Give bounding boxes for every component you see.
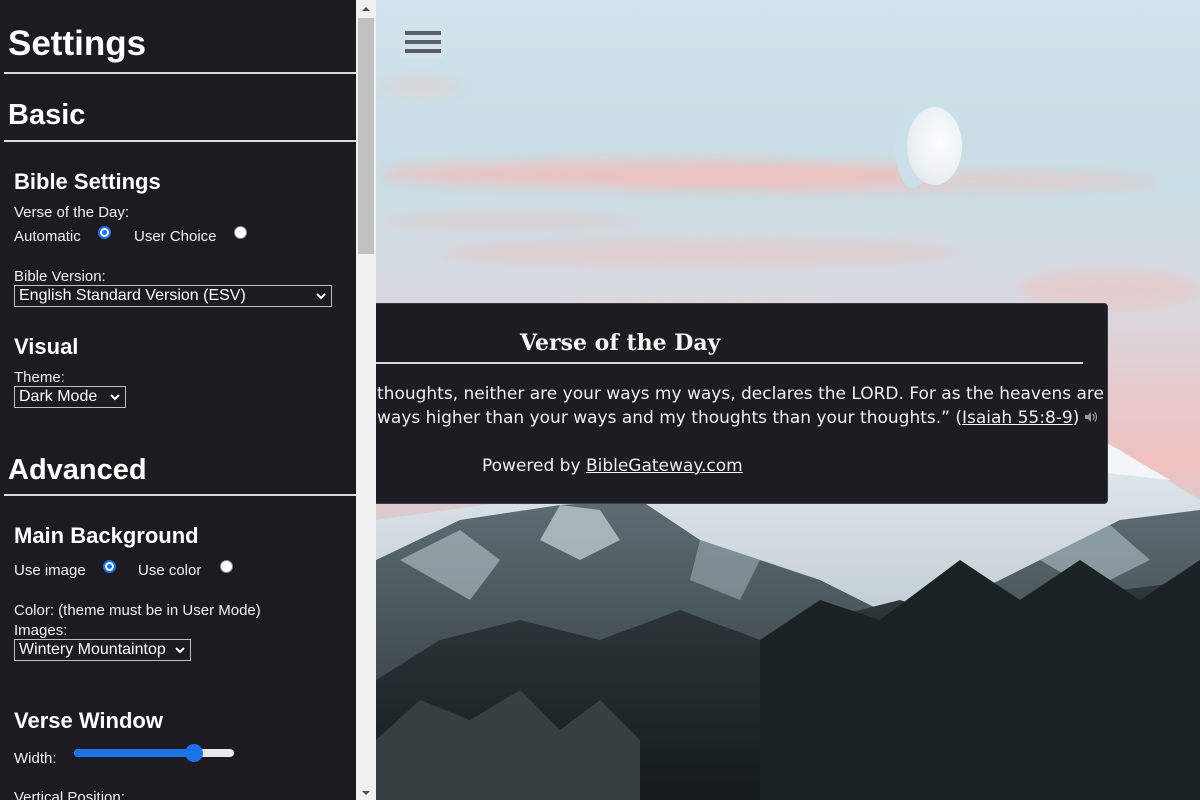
basic-divider: [4, 140, 356, 142]
chevron-down-icon: [316, 293, 326, 300]
width-slider-thumb[interactable]: [184, 744, 203, 762]
advanced-heading: Advanced: [8, 454, 147, 486]
verse-of-the-day-card: Verse of the Day thoughts, neither are y…: [300, 303, 1108, 504]
chevron-down-icon: [110, 394, 120, 401]
use-image-radio[interactable]: [103, 560, 116, 573]
width-slider[interactable]: [74, 744, 234, 762]
powered-by: Powered by BibleGateway.com: [482, 456, 743, 476]
visual-heading: Visual: [14, 334, 79, 359]
chevron-down-icon: [174, 644, 186, 656]
advanced-divider: [4, 494, 356, 496]
scroll-up-arrow-icon[interactable]: [360, 4, 372, 14]
verse-line-2-text: ways higher than your ways and my though…: [377, 408, 962, 428]
biblegateway-link[interactable]: BibleGateway.com: [586, 456, 743, 476]
powered-by-text: Powered by: [482, 456, 586, 476]
verse-line-1: thoughts, neither are your ways my ways,…: [377, 384, 1108, 404]
basic-heading: Basic: [8, 99, 86, 131]
sidebar-scrollbar[interactable]: [356, 0, 376, 800]
hamburger-menu-icon[interactable]: [401, 24, 444, 59]
verse-text: thoughts, neither are your ways my ways,…: [377, 382, 1108, 430]
vertical-position-label: Vertical Position:: [14, 789, 125, 800]
verse-window-heading: Verse Window: [14, 708, 163, 733]
theme-select[interactable]: Dark Mode: [14, 386, 126, 408]
settings-title: Settings: [8, 24, 147, 63]
scroll-down-arrow-icon[interactable]: [360, 788, 372, 798]
bible-version-value: English Standard Version (ESV): [19, 287, 246, 304]
images-label: Images:: [14, 622, 68, 639]
verse-line-2: ways higher than your ways and my though…: [377, 406, 1099, 430]
theme-value: Dark Mode: [19, 388, 98, 405]
scrollbar-thumb[interactable]: [358, 18, 374, 254]
bible-version-select[interactable]: English Standard Version (ESV): [14, 285, 332, 307]
width-slider-fill: [74, 749, 194, 757]
bible-version-label: Bible Version:: [14, 268, 106, 285]
color-label: Color: (theme must be in User Mode): [14, 602, 261, 619]
main-background-heading: Main Background: [14, 523, 199, 548]
images-value: Wintery Mountaintop: [19, 641, 166, 658]
speaker-icon[interactable]: [1083, 410, 1099, 424]
verse-card-title: Verse of the Day: [520, 330, 721, 356]
verse-reference-link[interactable]: Isaiah 55:8-9: [962, 408, 1073, 428]
user-choice-label: User Choice: [134, 228, 217, 245]
verse-of-day-label: Verse of the Day:: [14, 204, 130, 221]
verse-line-2-suffix: ): [1072, 408, 1080, 428]
width-label: Width:: [14, 750, 57, 767]
settings-divider: [4, 72, 356, 74]
settings-sidebar: Settings Basic Bible Settings Verse of t…: [0, 0, 376, 800]
bible-settings-heading: Bible Settings: [14, 169, 161, 194]
use-image-label: Use image: [14, 562, 86, 579]
verse-card-divider: [361, 362, 1083, 364]
use-color-label: Use color: [138, 562, 202, 579]
theme-label: Theme:: [14, 369, 65, 386]
automatic-radio[interactable]: [98, 226, 111, 239]
images-select[interactable]: Wintery Mountaintop: [14, 639, 191, 661]
automatic-label: Automatic: [14, 228, 81, 245]
use-color-radio[interactable]: [220, 560, 233, 573]
user-choice-radio[interactable]: [234, 226, 247, 239]
